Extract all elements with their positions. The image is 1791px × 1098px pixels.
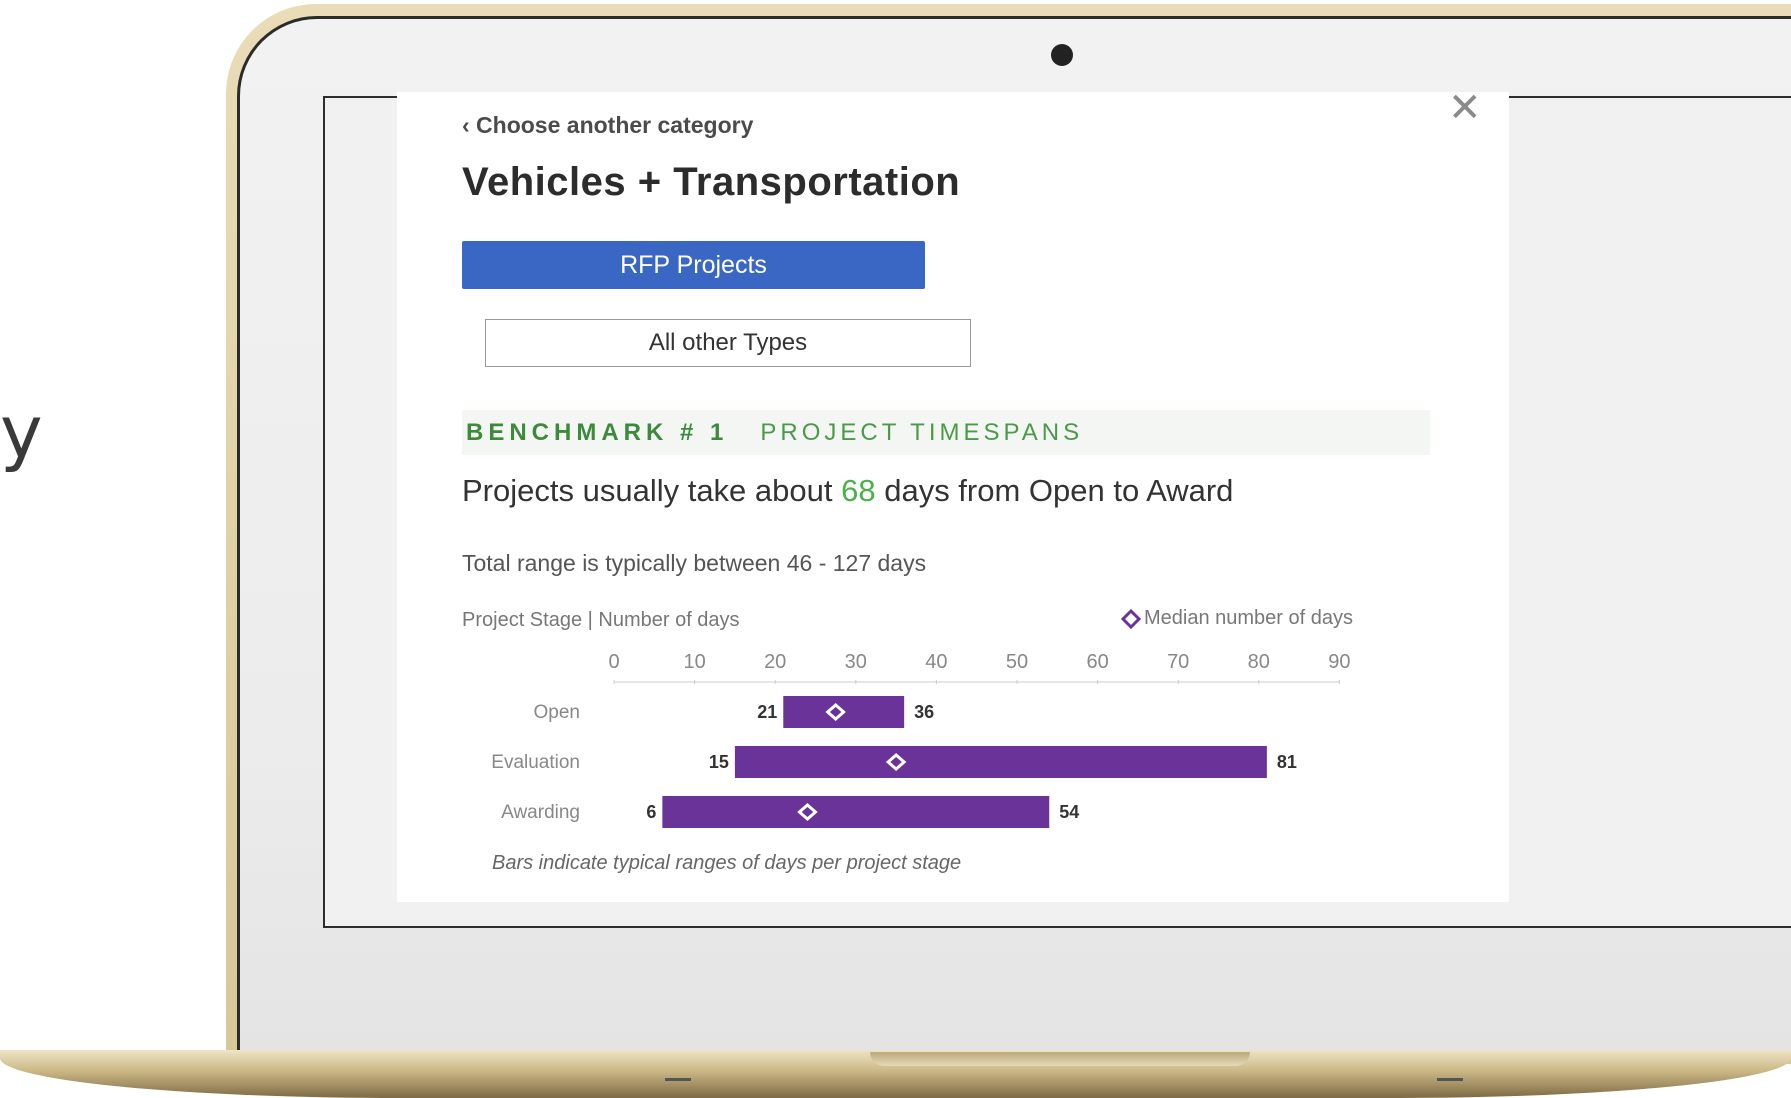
choose-another-category-link[interactable]: ‹ Choose another category <box>462 112 753 139</box>
x-tick-label: 30 <box>845 651 867 673</box>
laptop-base-notch <box>870 1052 1250 1066</box>
page-title: Vehicles + Transportation <box>462 160 961 204</box>
headline-before: Projects usually take about <box>462 473 842 508</box>
x-tick-label: 10 <box>683 651 705 673</box>
rfp-projects-button[interactable]: RFP Projects <box>462 241 925 289</box>
x-tick-label: 90 <box>1328 651 1350 673</box>
range-bar <box>662 796 1050 828</box>
summary-headline: Projects usually take about 68 days from… <box>462 473 1392 508</box>
x-tick-label: 50 <box>1006 651 1028 673</box>
category-label: Evaluation <box>491 752 580 773</box>
headline-after: days from Open to Award <box>875 473 1234 508</box>
x-tick-label: 70 <box>1167 651 1189 673</box>
chart-footnote: Bars indicate typical ranges of days per… <box>492 852 962 874</box>
range-summary: Total range is typically between 46 - 12… <box>462 550 927 576</box>
laptop-foot-right <box>1437 1078 1463 1081</box>
range-bar <box>734 746 1267 778</box>
category-label: Open <box>534 702 580 723</box>
range-start-label: 21 <box>757 702 777 722</box>
benchmark-header: BENCHMARK # 1 PROJECT TIMESPANS <box>462 410 1430 455</box>
x-tick-label: 80 <box>1248 651 1270 673</box>
benchmark-number: BENCHMARK # 1 <box>466 418 729 446</box>
x-tick-label: 60 <box>1086 651 1108 673</box>
x-tick-label: 40 <box>925 651 947 673</box>
x-tick-label: 20 <box>764 651 786 673</box>
benchmark-label: PROJECT TIMESPANS <box>760 418 1084 446</box>
legend-label: Median number of days <box>1144 607 1354 629</box>
range-end-label: 81 <box>1277 752 1297 772</box>
camera-icon <box>1051 44 1073 66</box>
side-text-fragment: y <box>0 390 43 474</box>
category-label: Awarding <box>501 802 580 823</box>
range-start-label: 6 <box>646 802 656 822</box>
close-icon[interactable]: ✕ <box>1448 88 1482 128</box>
all-other-types-button[interactable]: All other Types <box>485 319 971 367</box>
laptop-foot-left <box>665 1078 691 1081</box>
range-end-label: 54 <box>1059 802 1079 822</box>
x-tick-label: 0 <box>608 651 619 673</box>
range-start-label: 15 <box>709 752 729 772</box>
chart-legend: Median number of days <box>1120 607 1353 630</box>
median-diamond-icon <box>1120 608 1142 629</box>
median-days-value: 68 <box>841 473 876 508</box>
chart-axis-caption: Project Stage | Number of days <box>462 609 740 631</box>
timespan-chart: 0 10 20 30 40 50 60 70 80 90 Open 21 36 Evaluation 15 8… <box>491 651 1351 828</box>
range-end-label: 36 <box>914 702 934 722</box>
